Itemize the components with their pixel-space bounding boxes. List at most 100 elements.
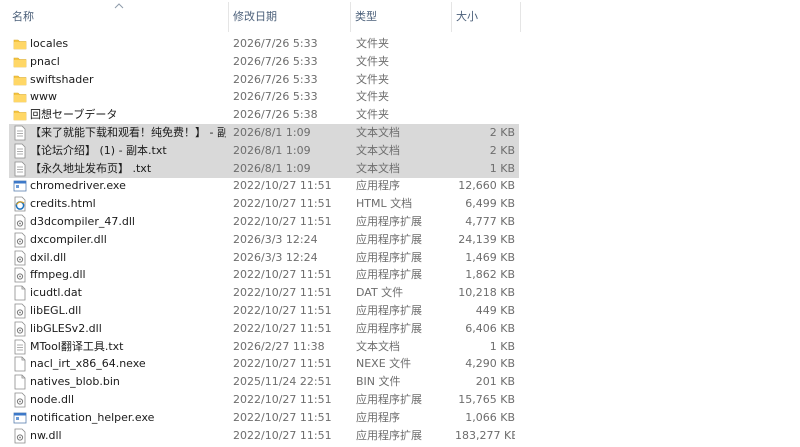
file-modified-date: 2026/3/3 12:24	[233, 250, 318, 264]
file-row[interactable]: credits.html 2022/10/27 11:51 HTML 文档 6,499…	[0, 195, 800, 213]
file-modified-date: 2026/7/26 5:33	[233, 54, 318, 68]
sort-ascending-icon	[114, 3, 124, 9]
file-type: NEXE 文件	[356, 357, 412, 371]
file-row[interactable]: 【永久地址发布页】 .txt 2026/8/1 1:09 文本文档 1 KB	[0, 159, 800, 178]
folder-icon	[13, 36, 27, 52]
file-row[interactable]: 【来了就能下载和观看！纯免费！】 - 副... 2026/8/1 1:09 文本文档…	[0, 124, 800, 142]
file-row[interactable]: swiftshader 2026/7/26 5:33 文件夹	[0, 71, 800, 89]
file-row[interactable]: locales 2026/7/26 5:33 文件夹	[0, 35, 800, 53]
blank-file-icon	[13, 374, 27, 390]
column-header-type[interactable]: 类型	[351, 0, 451, 32]
file-row[interactable]: dxil.dll 2026/3/3 12:24 应用程序扩展 1,469 KB	[0, 249, 800, 267]
file-type: 文件夹	[356, 90, 389, 104]
file-row[interactable]: ffmpeg.dll 2022/10/27 11:51 应用程序扩展 1,862 KB	[0, 266, 800, 284]
text-file-icon	[13, 161, 27, 177]
file-name: node.dll	[30, 393, 75, 406]
file-name: natives_blob.bin	[30, 375, 120, 389]
dll-file-icon	[13, 232, 27, 248]
file-size	[455, 35, 515, 53]
text-file-icon	[13, 143, 27, 159]
file-name: chromedriver.exe	[30, 179, 126, 193]
file-type: HTML 文档	[356, 197, 413, 211]
file-row[interactable]: pnacl 2026/7/26 5:33 文件夹	[0, 53, 800, 71]
file-type: 应用程序扩展	[356, 428, 422, 442]
html-file-icon	[13, 196, 27, 212]
file-row[interactable]: 【论坛介绍】 (1) - 副本.txt 2026/8/1 1:09 文本文档 2 KB	[0, 141, 800, 160]
file-size: 449 KB	[475, 304, 515, 317]
file-modified-date: 2022/10/27 11:51	[233, 286, 332, 300]
file-modified-date: 2026/8/1 1:09	[233, 126, 311, 139]
column-divider[interactable]	[520, 2, 521, 32]
file-type: 文件夹	[356, 72, 389, 86]
dll-file-icon	[13, 250, 27, 266]
file-row[interactable]: MTool翻译工具.txt 2026/2/27 11:38 文本文档 1 KB	[0, 338, 800, 356]
file-size: 6,406 KB	[465, 321, 515, 335]
file-name: 【来了就能下载和观看！纯免费！】 - 副...	[30, 126, 226, 139]
column-header-date[interactable]: 修改日期	[229, 0, 349, 32]
file-modified-date: 2022/10/27 11:51	[233, 215, 332, 228]
file-size: 1,862 KB	[465, 268, 515, 282]
file-modified-date: 2025/11/24 22:51	[233, 375, 332, 389]
file-row[interactable]: 回想セーブデータ 2026/7/26 5:38 文件夹	[0, 106, 800, 124]
file-row[interactable]: d3dcompiler_47.dll 2022/10/27 11:51 应用程序扩展…	[0, 213, 800, 231]
file-name: locales	[30, 37, 69, 50]
application-icon	[13, 410, 27, 426]
file-row[interactable]: libEGL.dll 2022/10/27 11:51 应用程序扩展 449 KB	[0, 302, 800, 320]
file-row[interactable]: dxcompiler.dll 2026/3/3 12:24 应用程序扩展 24,139…	[0, 231, 800, 249]
dll-file-icon	[13, 321, 27, 337]
file-type: 文本文档	[356, 161, 400, 175]
column-header-size[interactable]: 大小	[452, 0, 520, 32]
file-size	[455, 106, 515, 124]
file-row[interactable]: libGLESv2.dll 2022/10/27 11:51 应用程序扩展 6,406…	[0, 320, 800, 338]
file-row[interactable]: icudtl.dat 2022/10/27 11:51 DAT 文件 10,218 K…	[0, 284, 800, 302]
file-modified-date: 2022/10/27 11:51	[233, 410, 332, 424]
file-size: 12,660 KB	[458, 179, 515, 193]
file-size: 1 KB	[489, 339, 515, 353]
file-name: 【永久地址发布页】 .txt	[30, 161, 152, 175]
file-type: 文件夹	[356, 108, 389, 122]
dll-file-icon	[13, 428, 27, 444]
file-name: swiftshader	[30, 72, 94, 86]
file-size: 4,290 KB	[465, 357, 515, 371]
dll-file-icon	[13, 303, 27, 319]
file-name: nw.dll	[30, 428, 62, 442]
file-modified-date: 2026/7/26 5:33	[233, 72, 318, 86]
file-row[interactable]: nw.dll 2022/10/27 11:51 应用程序扩展 183,277 KB	[0, 427, 800, 445]
file-row[interactable]: www 2026/7/26 5:33 文件夹	[0, 88, 800, 106]
file-row[interactable]: node.dll 2022/10/27 11:51 应用程序扩展 15,765 KB	[0, 391, 800, 409]
folder-icon	[13, 54, 27, 70]
dll-file-icon	[13, 392, 27, 408]
file-type: 应用程序扩展	[356, 268, 422, 282]
blank-file-icon	[13, 356, 27, 372]
blank-file-icon	[13, 285, 27, 301]
file-row[interactable]: chromedriver.exe 2022/10/27 11:51 应用程序 12,6…	[0, 177, 800, 195]
file-type: 文件夹	[356, 54, 389, 68]
file-type: 文本文档	[356, 143, 400, 157]
folder-icon	[13, 72, 27, 88]
file-type: 应用程序扩展	[356, 304, 422, 317]
file-name: www	[30, 90, 57, 104]
file-size: 1,469 KB	[465, 250, 515, 264]
file-size	[455, 53, 515, 71]
file-name: 【论坛介绍】 (1) - 副本.txt	[30, 143, 167, 157]
file-type: 文本文档	[356, 339, 400, 353]
file-type: 应用程序扩展	[356, 250, 422, 264]
file-modified-date: 2022/10/27 11:51	[233, 268, 332, 282]
file-row[interactable]: natives_blob.bin 2025/11/24 22:51 BIN 文件 20…	[0, 373, 800, 391]
file-name: notification_helper.exe	[30, 410, 155, 424]
file-type: 应用程序	[356, 410, 400, 424]
dll-file-icon	[13, 214, 27, 230]
text-file-icon	[13, 125, 27, 141]
file-modified-date: 2026/7/26 5:38	[233, 108, 318, 122]
file-name: MTool翻译工具.txt	[30, 339, 124, 353]
file-modified-date: 2022/10/27 11:51	[233, 179, 332, 193]
file-name: dxil.dll	[30, 250, 67, 264]
file-size: 1,066 KB	[465, 410, 515, 424]
file-name: dxcompiler.dll	[30, 232, 107, 246]
file-modified-date: 2026/8/1 1:09	[233, 143, 311, 157]
file-modified-date: 2026/3/3 12:24	[233, 232, 318, 246]
file-size: 24,139 KB	[458, 232, 515, 246]
file-row[interactable]: notification_helper.exe 2022/10/27 11:51 应…	[0, 409, 800, 427]
file-modified-date: 2026/7/26 5:33	[233, 90, 318, 104]
file-row[interactable]: nacl_irt_x86_64.nexe 2022/10/27 11:51 NEXE…	[0, 355, 800, 373]
